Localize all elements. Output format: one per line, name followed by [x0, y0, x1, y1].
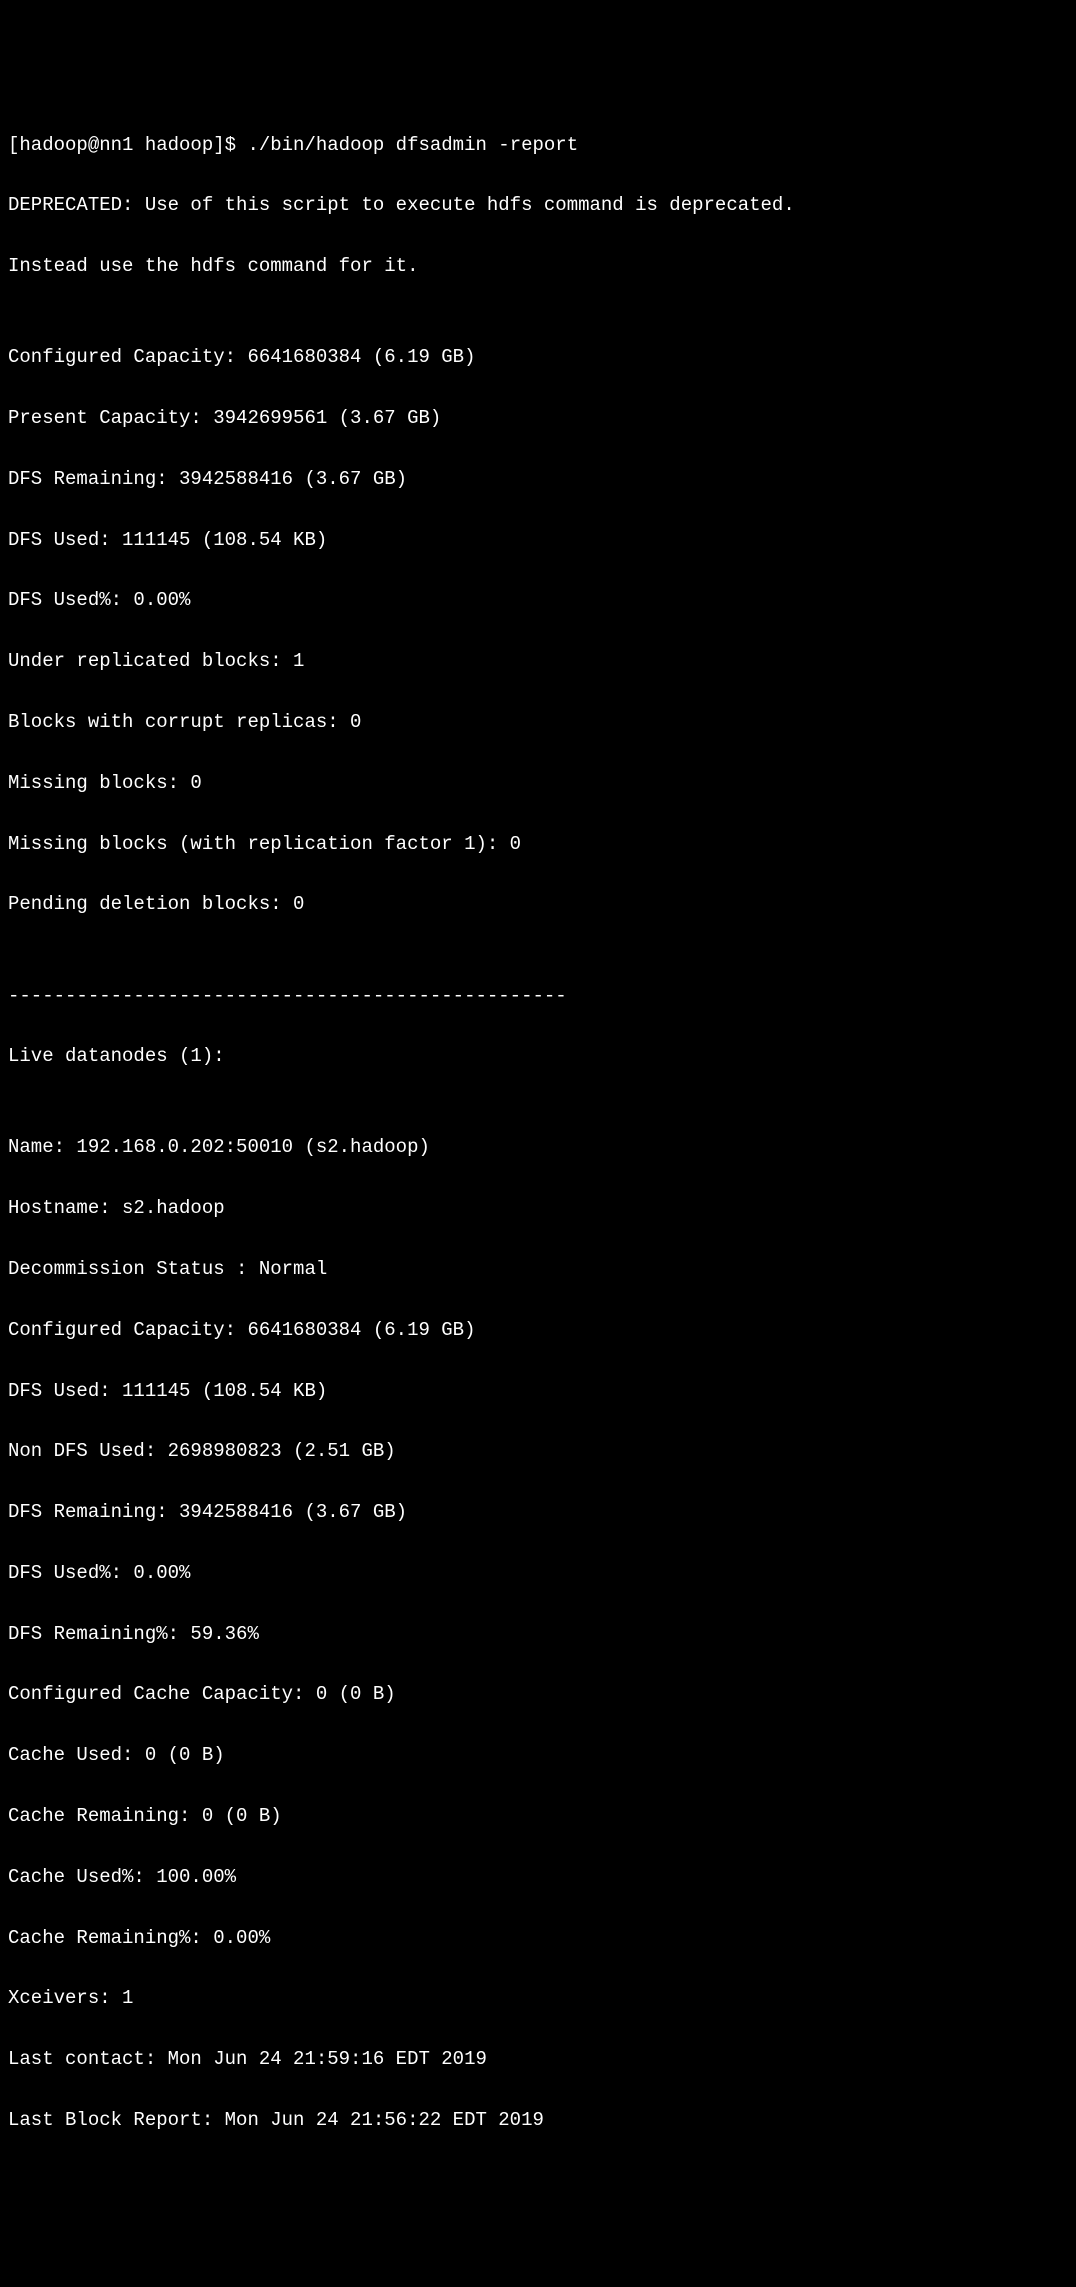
output-line: DFS Remaining: 3942588416 (3.67 GB)	[8, 1497, 1068, 1527]
output-line: Hostname: s2.hadoop	[8, 1193, 1068, 1223]
output-line: DFS Used%: 0.00%	[8, 585, 1068, 615]
output-line: Name: 192.168.0.202:50010 (s2.hadoop)	[8, 1132, 1068, 1162]
output-line: Missing blocks (with replication factor …	[8, 829, 1068, 859]
output-separator: ----------------------------------------…	[8, 981, 1068, 1011]
output-line: Live datanodes (1):	[8, 1041, 1068, 1071]
output-line: Configured Capacity: 6641680384 (6.19 GB…	[8, 1315, 1068, 1345]
output-line: Instead use the hdfs command for it.	[8, 251, 1068, 281]
output-line: DFS Remaining%: 59.36%	[8, 1619, 1068, 1649]
output-line: Configured Cache Capacity: 0 (0 B)	[8, 1679, 1068, 1709]
output-line: DFS Used: 111145 (108.54 KB)	[8, 1376, 1068, 1406]
output-line: DFS Used: 111145 (108.54 KB)	[8, 525, 1068, 555]
output-line: Blocks with corrupt replicas: 0	[8, 707, 1068, 737]
output-line: Configured Capacity: 6641680384 (6.19 GB…	[8, 342, 1068, 372]
output-line: DFS Remaining: 3942588416 (3.67 GB)	[8, 464, 1068, 494]
output-line: Under replicated blocks: 1	[8, 646, 1068, 676]
output-line: Xceivers: 1	[8, 1983, 1068, 2013]
command-line[interactable]: [hadoop@nn1 hadoop]$ ./bin/hadoop dfsadm…	[8, 130, 1068, 160]
output-line: Cache Used: 0 (0 B)	[8, 1740, 1068, 1770]
command-text: ./bin/hadoop dfsadmin -report	[247, 134, 578, 156]
output-line: Present Capacity: 3942699561 (3.67 GB)	[8, 403, 1068, 433]
output-line: Cache Used%: 100.00%	[8, 1862, 1068, 1892]
output-line: Pending deletion blocks: 0	[8, 889, 1068, 919]
output-line: Cache Remaining%: 0.00%	[8, 1923, 1068, 1953]
output-line: Last Block Report: Mon Jun 24 21:56:22 E…	[8, 2105, 1068, 2135]
output-line: Decommission Status : Normal	[8, 1254, 1068, 1284]
shell-prompt: [hadoop@nn1 hadoop]$	[8, 134, 247, 156]
output-line: Non DFS Used: 2698980823 (2.51 GB)	[8, 1436, 1068, 1466]
output-line: Cache Remaining: 0 (0 B)	[8, 1801, 1068, 1831]
output-line: Last contact: Mon Jun 24 21:59:16 EDT 20…	[8, 2044, 1068, 2074]
output-line: Missing blocks: 0	[8, 768, 1068, 798]
output-line: DEPRECATED: Use of this script to execut…	[8, 190, 1068, 220]
output-line: DFS Used%: 0.00%	[8, 1558, 1068, 1588]
